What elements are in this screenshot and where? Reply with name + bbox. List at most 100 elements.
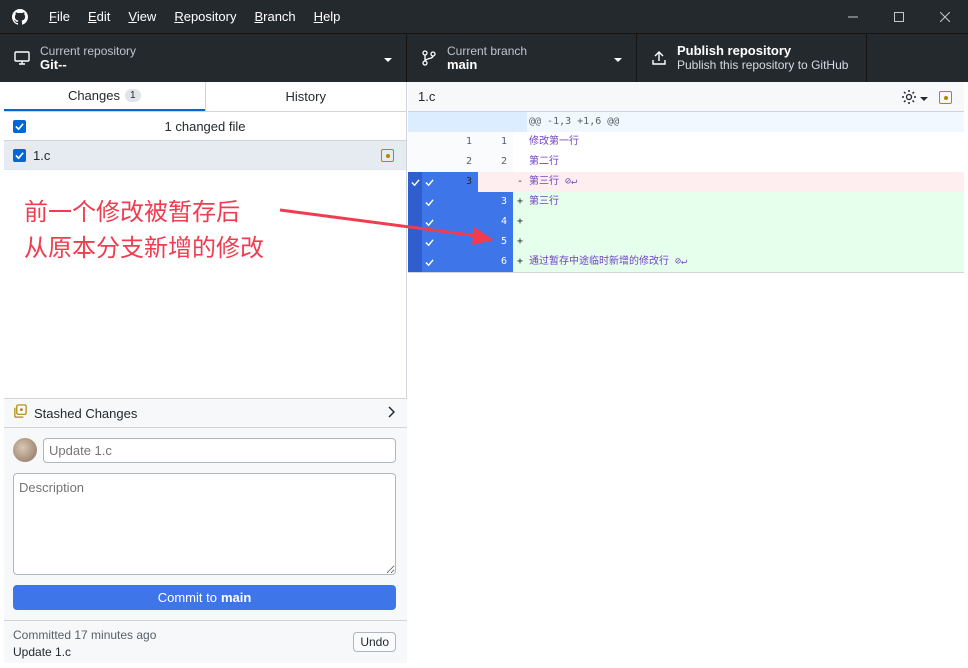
diff-line-added[interactable]: 3 + 第三行 [408, 192, 964, 212]
diff-line-deleted[interactable]: 3 - 第三行 ⊘↵ [408, 172, 964, 192]
commit-button[interactable]: Commit to main [13, 585, 396, 610]
title-bar: File Edit View Repository Branch Help [0, 0, 968, 33]
gear-icon [901, 89, 917, 108]
changes-sidebar: Changes 1 History 1 changed file 1.c 前一个… [4, 82, 407, 663]
chevron-right-icon [387, 406, 396, 421]
commit-description-input[interactable] [13, 473, 396, 575]
select-all-checkbox[interactable] [13, 120, 26, 133]
stashed-changes-row[interactable]: Stashed Changes [4, 398, 407, 428]
close-icon[interactable] [922, 0, 968, 33]
menu-help[interactable]: Help [305, 9, 350, 24]
tab-changes[interactable]: Changes 1 [4, 82, 205, 111]
diff-view: @@ -1,3 +1,6 @@ 1 1 修改第一行 2 2 第二行 3 - 第三… [408, 112, 964, 273]
file-modified-icon [381, 149, 394, 162]
toolbar: Current repository Git-- Current branch … [0, 33, 968, 82]
new-line-number: 5 [478, 232, 513, 252]
hunk-select-check-icon[interactable] [408, 172, 422, 192]
stashed-changes-label: Stashed Changes [34, 405, 138, 421]
github-logo-icon [0, 0, 40, 33]
commit-summary-input[interactable] [43, 438, 396, 463]
diff-code: 第三行 ⊘↵ [529, 176, 578, 187]
diff-sign: + [516, 216, 524, 227]
stash-icon [13, 404, 28, 422]
last-commit-message: Update 1.c [13, 645, 72, 659]
menu-view[interactable]: View [119, 9, 165, 24]
changed-file-row[interactable]: 1.c [4, 141, 406, 170]
changed-files-header: 1 changed file [4, 112, 406, 141]
menu-repository[interactable]: Repository [165, 9, 245, 24]
publish-repository-button[interactable]: Publish repository Publish this reposito… [637, 34, 867, 82]
new-line-number: 4 [478, 212, 513, 232]
desktop-icon [12, 50, 32, 66]
diff-code: 第三行 [529, 196, 559, 207]
changes-count-badge: 1 [124, 89, 141, 102]
line-check-icon[interactable] [422, 172, 436, 192]
diff-code: 修改第一行 [529, 136, 579, 147]
line-check-icon[interactable] [422, 212, 436, 232]
tab-changes-label: Changes [67, 88, 120, 103]
menu-file[interactable]: File [40, 9, 79, 24]
branch-name: main [447, 57, 478, 72]
annotation-line-1: 前一个修改被暂存后 [24, 198, 240, 226]
old-line-number [436, 232, 478, 252]
diff-code [527, 232, 964, 252]
diff-code: 通过暂存中途临时新增的修改行 ⊘↵ [529, 256, 688, 267]
upload-icon [649, 50, 669, 66]
diff-line: 1 1 修改第一行 [408, 132, 964, 152]
diff-sign: - [516, 176, 524, 187]
current-repository-button[interactable]: Current repository Git-- [0, 34, 407, 82]
menu-bar: File Edit View Repository Branch Help [40, 0, 349, 33]
diff-code: 第二行 [529, 156, 559, 167]
menu-edit[interactable]: Edit [79, 9, 119, 24]
diff-line-added[interactable]: 4 + [408, 212, 964, 232]
diff-header: 1.c [408, 82, 964, 112]
diff-code [527, 212, 964, 232]
last-commit-panel: Committed 17 minutes ago Update 1.c Undo [4, 620, 407, 663]
undo-button[interactable]: Undo [353, 632, 396, 652]
file-include-checkbox[interactable] [13, 148, 26, 162]
line-check-icon[interactable] [422, 192, 436, 212]
new-line-number: 1 [478, 132, 513, 152]
window-controls [830, 0, 968, 33]
new-line-number: 2 [478, 152, 513, 172]
commit-button-prefix: Commit to [157, 590, 217, 605]
diff-sign [513, 132, 527, 152]
menu-branch[interactable]: Branch [245, 9, 304, 24]
diff-hunk-header[interactable]: @@ -1,3 +1,6 @@ [408, 112, 964, 132]
diff-file-name: 1.c [418, 89, 436, 104]
new-line-number [478, 172, 513, 192]
publish-subtitle: Publish this repository to GitHub [677, 58, 849, 72]
new-line-number: 6 [478, 252, 513, 272]
tab-history-label: History [285, 89, 326, 104]
repository-name: Git-- [40, 57, 67, 72]
old-line-number: 1 [436, 132, 478, 152]
diff-line-added[interactable]: 6 + 通过暂存中途临时新增的修改行 ⊘↵ [408, 252, 964, 272]
changed-files-count: 1 changed file [164, 118, 246, 134]
line-check-icon[interactable] [422, 232, 436, 252]
diff-sign: + [516, 256, 524, 267]
diff-sign [513, 152, 527, 172]
caret-down-icon [920, 92, 928, 106]
old-line-number: 2 [436, 152, 478, 172]
diff-panel: 1.c @@ -1,3 +1,6 @@ 1 1 修改第一行 2 2 第二行 3 … [408, 82, 964, 663]
tab-history[interactable]: History [204, 82, 407, 111]
publish-title: Publish repository [677, 43, 792, 58]
diff-line-added[interactable]: 5 + [408, 232, 964, 252]
current-branch-button[interactable]: Current branch main [407, 34, 637, 82]
old-line-number [436, 192, 478, 212]
new-line-number: 3 [478, 192, 513, 212]
annotation-line-2: 从原本分支新增的修改 [24, 234, 264, 262]
last-commit-status: Committed 17 minutes ago [13, 628, 157, 642]
branch-label: Current branch [447, 44, 528, 58]
old-line-number [436, 252, 478, 272]
commit-button-branch: main [220, 590, 252, 605]
old-line-number [436, 212, 478, 232]
maximize-icon[interactable] [876, 0, 922, 33]
minimize-icon[interactable] [830, 0, 876, 33]
annotation-text: 前一个修改被暂存后 从原本分支新增的修改 [24, 194, 264, 266]
line-check-icon[interactable] [422, 252, 436, 272]
diff-settings-button[interactable] [901, 89, 928, 108]
changed-file-name: 1.c [33, 147, 51, 163]
git-branch-icon [419, 50, 439, 66]
diff-sign: + [516, 196, 524, 207]
